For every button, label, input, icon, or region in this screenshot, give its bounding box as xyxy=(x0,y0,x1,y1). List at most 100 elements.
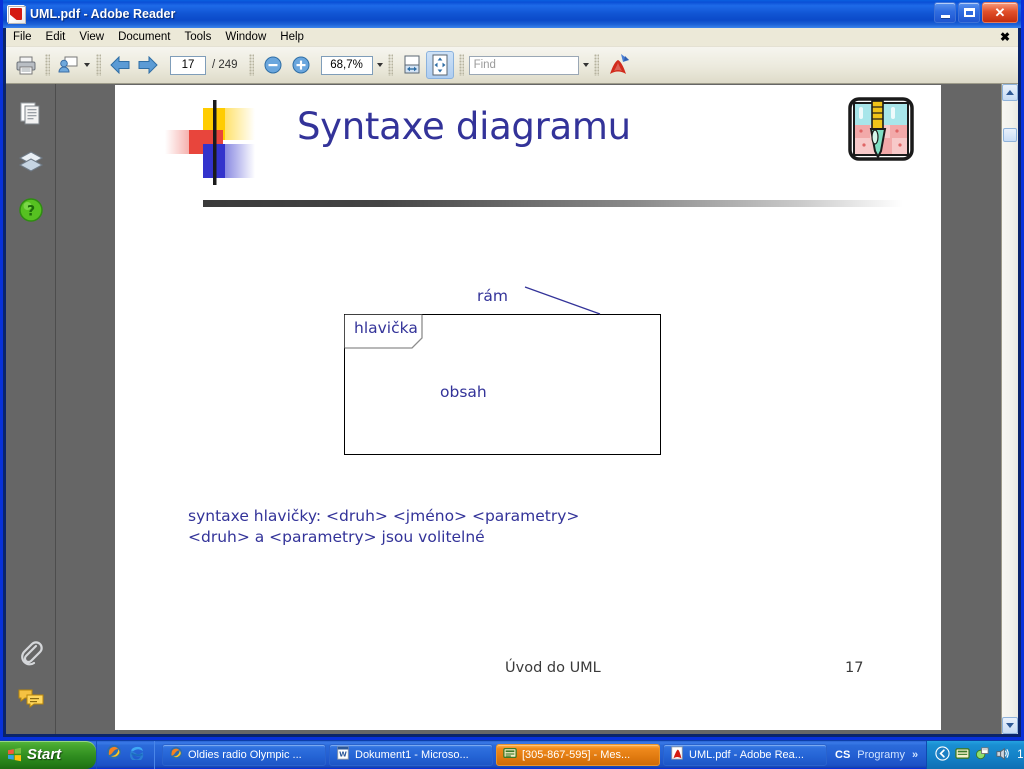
email-button[interactable] xyxy=(55,51,91,79)
internet-explorer-quicklaunch-icon[interactable] xyxy=(129,744,145,765)
scroll-down-arrow xyxy=(1006,723,1014,728)
document-viewport[interactable]: Syntaxe diagramu xyxy=(56,84,1018,734)
menu-view[interactable]: View xyxy=(72,29,111,45)
zoom-in-button[interactable] xyxy=(287,51,315,79)
menu-document[interactable]: Document xyxy=(111,29,177,45)
page-number-input[interactable]: 17 xyxy=(170,56,206,75)
find-dropdown-caret[interactable] xyxy=(583,63,589,67)
volume-tray-icon[interactable] xyxy=(995,746,1010,764)
scroll-down-button[interactable] xyxy=(1002,717,1018,734)
word-icon: W xyxy=(336,746,350,763)
window-controls: ✕ xyxy=(934,2,1018,23)
title-bar: UML.pdf - Adobe Reader ✕ xyxy=(3,0,1021,28)
language-bar-overflow[interactable]: » xyxy=(912,749,918,761)
zoom-out-icon xyxy=(263,55,283,75)
slide-footer-title: Úvod do UML xyxy=(505,660,601,676)
adobe-acrobat-button[interactable] xyxy=(604,51,632,79)
scroll-up-arrow xyxy=(1006,90,1014,95)
menu-tools[interactable]: Tools xyxy=(178,29,219,45)
task-button-adobe-reader[interactable]: UML.pdf - Adobe Rea... xyxy=(663,744,827,766)
printer-icon xyxy=(15,55,37,75)
pdf-icon xyxy=(670,746,684,763)
fit-width-icon xyxy=(400,54,424,76)
svg-text:?: ? xyxy=(27,204,35,220)
toolbar-separator xyxy=(45,54,50,76)
menu-file[interactable]: File xyxy=(6,29,39,45)
start-button[interactable]: Start xyxy=(0,741,96,769)
fit-width-button[interactable] xyxy=(398,51,426,79)
diagram-header-label: hlavička xyxy=(354,319,418,337)
menu-help[interactable]: Help xyxy=(273,29,311,45)
arrow-left-icon xyxy=(109,56,131,74)
task-button-messenger[interactable]: [305-867-595] - Mes... xyxy=(496,744,660,766)
maximize-button[interactable] xyxy=(958,2,980,23)
task-label: UML.pdf - Adobe Rea... xyxy=(689,749,804,761)
toolbar-separator xyxy=(594,54,599,76)
zoom-out-button[interactable] xyxy=(259,51,287,79)
comments-panel-icon[interactable] xyxy=(17,684,45,712)
frame-leader-line xyxy=(515,281,715,321)
tray-expand-icon[interactable] xyxy=(935,746,950,764)
minimize-button[interactable] xyxy=(934,2,956,23)
page-count-label: / 249 xyxy=(212,59,238,71)
pdf-page: Syntaxe diagramu xyxy=(115,85,941,730)
vertical-scrollbar[interactable] xyxy=(1001,84,1018,734)
clock[interactable]: 19:55 xyxy=(1017,749,1024,761)
quick-launch-bar xyxy=(96,741,155,769)
messenger-tray-icon[interactable] xyxy=(955,746,970,764)
toolbar-separator xyxy=(388,54,393,76)
find-input[interactable]: Find xyxy=(469,56,579,75)
zoom-dropdown-caret[interactable] xyxy=(377,63,383,67)
diagram-frame-label: rám xyxy=(477,287,508,305)
firefox-icon xyxy=(169,746,183,763)
adobe-acrobat-icon xyxy=(605,52,631,78)
application-window: UML.pdf - Adobe Reader ✕ File Edit View … xyxy=(0,0,1024,740)
zoom-level-input[interactable]: 68,7% xyxy=(321,56,373,75)
system-tray: 19:55 xyxy=(926,741,1024,769)
task-button-word[interactable]: W Dokument1 - Microso... xyxy=(329,744,493,766)
fit-page-button[interactable] xyxy=(426,51,454,79)
network-tray-icon[interactable] xyxy=(975,746,990,764)
slide-footer-page-number: 17 xyxy=(845,660,863,676)
email-dropdown-caret[interactable] xyxy=(84,63,90,67)
layers-panel-icon[interactable] xyxy=(17,148,45,176)
pages-panel-icon[interactable] xyxy=(17,100,45,128)
next-page-button[interactable] xyxy=(134,51,162,79)
language-bar-label: Programy xyxy=(857,749,905,761)
toolbar-separator xyxy=(459,54,464,76)
language-bar[interactable]: CS Programy » xyxy=(827,749,926,761)
task-label: [305-867-595] - Mes... xyxy=(522,749,630,761)
slide-title: Syntaxe diagramu xyxy=(297,105,631,148)
scrollbar-thumb[interactable] xyxy=(1003,128,1017,142)
close-document-icon[interactable]: ✖ xyxy=(1000,30,1010,44)
close-icon: ✕ xyxy=(995,6,1006,19)
window-title: UML.pdf - Adobe Reader xyxy=(30,7,175,21)
scroll-up-button[interactable] xyxy=(1002,84,1018,101)
svg-text:W: W xyxy=(339,751,347,759)
toolbar-separator xyxy=(96,54,101,76)
title-underline xyxy=(203,200,903,207)
print-button[interactable] xyxy=(12,51,40,79)
toolbar-separator xyxy=(249,54,254,76)
help-panel-icon[interactable]: ? xyxy=(17,196,45,224)
send-email-icon xyxy=(56,55,80,75)
zoom-in-icon xyxy=(291,55,311,75)
menu-edit[interactable]: Edit xyxy=(39,29,73,45)
firefox-quicklaunch-icon[interactable] xyxy=(106,744,122,765)
navigation-rail: ? xyxy=(6,84,56,734)
slide-body-text: syntaxe hlavičky: <druh> <jméno> <parame… xyxy=(188,506,579,548)
pdf-file-icon xyxy=(7,5,25,23)
messenger-icon xyxy=(503,746,517,763)
previous-page-button[interactable] xyxy=(106,51,134,79)
close-button[interactable]: ✕ xyxy=(982,2,1018,23)
taskbar: Start O xyxy=(0,740,1024,768)
menu-window[interactable]: Window xyxy=(218,29,273,45)
language-indicator[interactable]: CS xyxy=(835,749,850,761)
fit-page-icon xyxy=(428,53,452,77)
diagram-content-label: obsah xyxy=(440,383,487,401)
arrow-right-icon xyxy=(137,56,159,74)
attachments-panel-icon[interactable] xyxy=(17,639,45,667)
menu-bar: File Edit View Document Tools Window Hel… xyxy=(6,28,1018,47)
task-button-firefox[interactable]: Oldies radio Olympic ... xyxy=(162,744,326,766)
windows-flag-icon xyxy=(7,747,22,762)
